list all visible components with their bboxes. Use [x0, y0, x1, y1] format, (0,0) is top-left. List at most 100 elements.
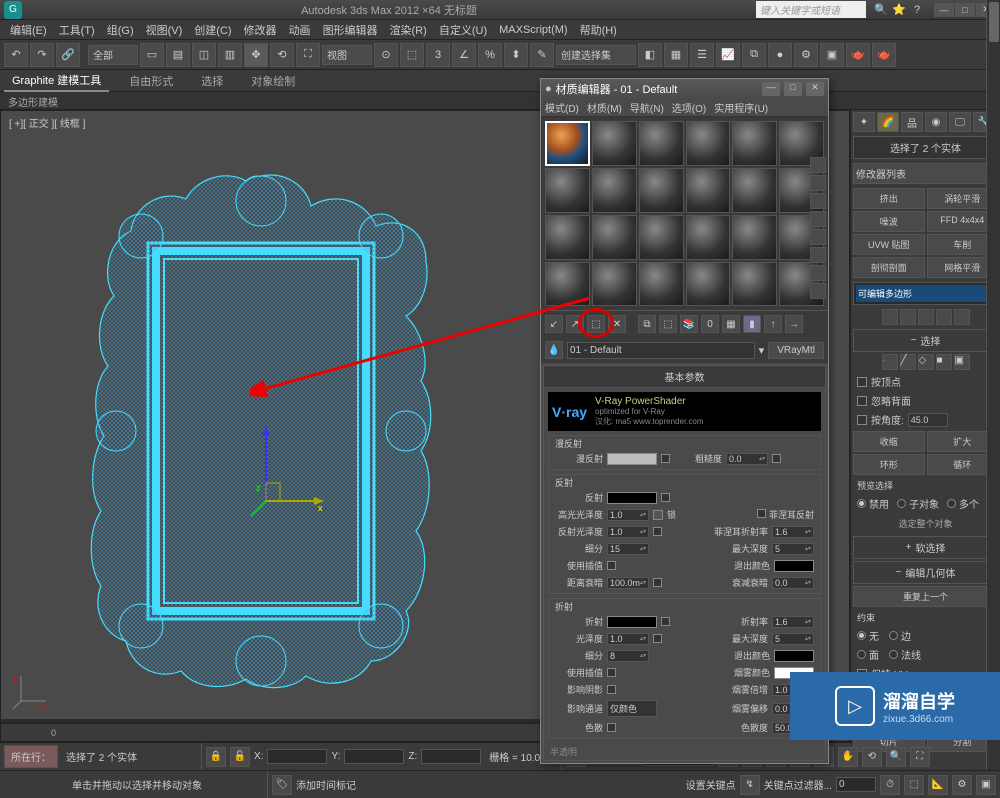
mat-backlight-icon[interactable] [810, 175, 826, 191]
nav-fov-button[interactable]: 📐 [928, 775, 948, 795]
move-button[interactable]: ✥ [244, 43, 268, 67]
nav-pan-button[interactable]: ✋ [838, 747, 858, 767]
radio-constr-edge[interactable] [889, 631, 898, 640]
key-filter-icon[interactable]: ↯ [740, 775, 760, 795]
select-name-button[interactable]: ▤ [166, 43, 190, 67]
rgloss-map-button[interactable] [653, 527, 662, 536]
hilight-gloss-spinner[interactable]: 1.0 [607, 509, 649, 521]
ribbon-tab-freeform[interactable]: 自由形式 [121, 71, 181, 91]
material-slot[interactable] [545, 262, 590, 307]
app-logo[interactable]: G [4, 1, 22, 19]
cb-by-angle[interactable] [857, 415, 867, 425]
rollout-soft-sel[interactable]: +软选择 [853, 536, 998, 559]
menu-group[interactable]: 组(G) [101, 20, 140, 40]
material-slot[interactable] [686, 121, 731, 166]
menu-views[interactable]: 视图(V) [140, 20, 189, 40]
undo-button[interactable]: ↶ [4, 43, 28, 67]
material-slot[interactable] [592, 168, 637, 213]
material-slot[interactable] [639, 215, 684, 260]
material-slot[interactable] [686, 262, 731, 307]
dim-falloff-spinner[interactable]: 0.0 [772, 577, 814, 589]
material-slot[interactable] [686, 168, 731, 213]
mat-menu-mode[interactable]: 模式(D) [545, 100, 579, 115]
mat-copy-button[interactable]: ⧉ [638, 315, 656, 333]
cb-by-vertex[interactable] [857, 377, 867, 387]
time-tag-icon[interactable]: 🏷 [272, 775, 292, 795]
mat-sample-uv-icon[interactable] [810, 211, 826, 227]
modifier-list-dropdown[interactable]: 修改器列表 [853, 163, 998, 184]
cb-refract-interp[interactable] [607, 668, 616, 677]
cmd-tab-display[interactable]: 🖵 [949, 112, 971, 132]
radio-preview-subobj[interactable] [897, 499, 906, 508]
nav-max-button[interactable]: ⛶ [910, 747, 930, 767]
mat-pick-button[interactable]: 💧 [545, 341, 563, 359]
rough-map-button[interactable] [772, 454, 781, 463]
spinner-snap-button[interactable]: ⬍ [504, 43, 528, 67]
material-type-button[interactable]: VRayMtl [768, 342, 824, 359]
mat-unique-button[interactable]: ⬚ [659, 315, 677, 333]
material-slot[interactable] [732, 262, 777, 307]
radio-preview-off[interactable] [857, 499, 866, 508]
select-button[interactable]: ▭ [140, 43, 164, 67]
cb-reflect-interp[interactable] [607, 561, 616, 570]
cmd-tab-motion[interactable]: ◉ [925, 112, 947, 132]
snap-button[interactable]: 3 [426, 43, 450, 67]
menu-maxscript[interactable]: MAXScript(M) [493, 22, 573, 38]
search-input[interactable]: 键入关键字或短语 [756, 1, 866, 18]
menu-tools[interactable]: 工具(T) [53, 20, 101, 40]
curve-editor-button[interactable]: 📈 [716, 43, 740, 67]
btn-extrude[interactable]: 挤出 [853, 188, 925, 209]
mat-id-button[interactable]: 0 [701, 315, 719, 333]
mat-put-lib-button[interactable]: 📚 [680, 315, 698, 333]
mat-select-icon[interactable] [810, 265, 826, 281]
radio-constr-none[interactable] [857, 631, 866, 640]
material-slot[interactable] [545, 215, 590, 260]
nav-max-toggle-button[interactable]: ▣ [976, 775, 996, 795]
redo-button[interactable]: ↷ [30, 43, 54, 67]
mat-sample-type-icon[interactable] [810, 157, 826, 173]
btn-repeat-last[interactable]: 重复上一个 [853, 586, 998, 607]
layers-button[interactable]: ☰ [690, 43, 714, 67]
menu-graph[interactable]: 图形编辑器 [317, 20, 384, 40]
fresnel-ior-spinner[interactable]: 1.6 [772, 526, 814, 538]
align-button[interactable]: ▦ [664, 43, 688, 67]
mat-menu-opts[interactable]: 选项(O) [672, 100, 706, 115]
ribbon-tab-objpaint[interactable]: 对象绘制 [243, 71, 303, 91]
refract-color-swatch[interactable] [607, 616, 657, 628]
ribbon-tab-selection[interactable]: 选择 [193, 71, 231, 91]
cb-ignore-backface[interactable] [857, 396, 867, 406]
mat-menu-material[interactable]: 材质(M) [587, 100, 622, 115]
mat-options-icon[interactable] [810, 247, 826, 263]
refract-gloss-spinner[interactable]: 1.0 [607, 633, 649, 645]
x-input[interactable] [267, 749, 327, 764]
viewport-label[interactable]: [ +][ 正交 ][ 线框 ] [9, 115, 85, 130]
nav-zoom-button[interactable]: 🔍 [886, 747, 906, 767]
cb-fresnel[interactable] [757, 509, 766, 518]
cmd-tab-modify[interactable]: 🌈 [877, 112, 899, 132]
material-editor-button[interactable]: ● [768, 43, 792, 67]
radio-constr-face[interactable] [857, 650, 866, 659]
menu-edit[interactable]: 编辑(E) [4, 20, 53, 40]
stack-unique-icon[interactable] [918, 309, 934, 325]
move-gizmo[interactable]: x z [246, 421, 326, 521]
radio-preview-multi[interactable] [947, 499, 956, 508]
reflect-color-swatch[interactable] [607, 492, 657, 504]
time-config-button[interactable]: ⏱ [880, 775, 900, 795]
material-slot[interactable] [732, 121, 777, 166]
subobj-poly-icon[interactable]: ■ [936, 354, 952, 370]
refract-map-button[interactable] [661, 617, 670, 626]
search-icon[interactable]: 🔍 [874, 3, 888, 17]
rollout-basic-params[interactable]: 基本参数 [544, 366, 825, 388]
subobj-vertex-icon[interactable]: · [882, 354, 898, 370]
dim-distance-spinner[interactable]: 100.0m [607, 577, 649, 589]
z-input[interactable] [421, 749, 481, 764]
subobj-edge-icon[interactable]: ╱ [900, 354, 916, 370]
btn-shrink[interactable]: 收缩 [853, 431, 925, 452]
mat-menu-util[interactable]: 实用程序(U) [714, 100, 768, 115]
mat-assign-button[interactable]: ⬚ [587, 315, 605, 333]
mat-show-end-button[interactable]: ▮ [743, 315, 761, 333]
nav-zoom-ext-button[interactable]: ⬚ [904, 775, 924, 795]
rollout-edit-geom[interactable]: −编辑几何体 [853, 561, 998, 584]
stack-remove-icon[interactable] [936, 309, 952, 325]
affect-channels-dropdown[interactable]: 仅颜色 [607, 700, 657, 717]
